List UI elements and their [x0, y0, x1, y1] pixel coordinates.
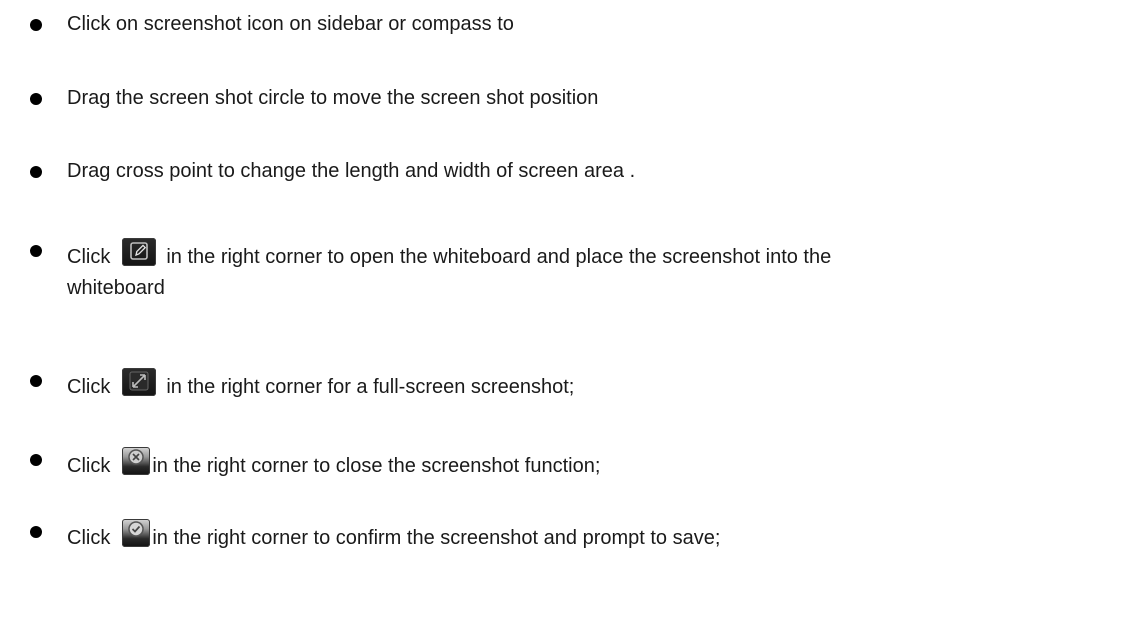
instruction-text-before: Click	[67, 527, 111, 549]
instruction-text-continuation: whiteboard	[67, 277, 165, 299]
instruction-text: Drag cross point to change the length an…	[67, 160, 636, 182]
instruction-text-before: Click	[67, 246, 111, 268]
bullet-dot	[30, 375, 42, 387]
instruction-text-after: in the right corner for a full-screen sc…	[166, 376, 575, 398]
instruction-list: Click on screenshot icon on sidebar or c…	[0, 0, 1141, 636]
instruction-text-after: in the right corner to open the whiteboa…	[166, 246, 832, 268]
instruction-text-before: Click	[67, 376, 111, 398]
instruction-text-before: Click	[67, 455, 111, 477]
instruction-text: Drag the screen shot circle to move the …	[67, 87, 599, 109]
bullet-dot	[30, 526, 42, 538]
whiteboard-edit-icon	[122, 238, 157, 266]
bullet-dot	[30, 19, 42, 31]
bullet-dot	[30, 166, 42, 178]
instruction-text: Click on screenshot icon on sidebar or c…	[67, 13, 514, 35]
bullet-dot	[30, 245, 42, 257]
close-circle-icon	[122, 447, 151, 475]
bullet-dot	[30, 93, 42, 105]
bullet-dot	[30, 454, 42, 466]
fullscreen-icon	[122, 368, 157, 396]
confirm-check-icon	[122, 519, 151, 547]
instruction-text-after: in the right corner to confirm the scree…	[152, 527, 721, 549]
instruction-text-after: in the right corner to close the screens…	[152, 455, 601, 477]
